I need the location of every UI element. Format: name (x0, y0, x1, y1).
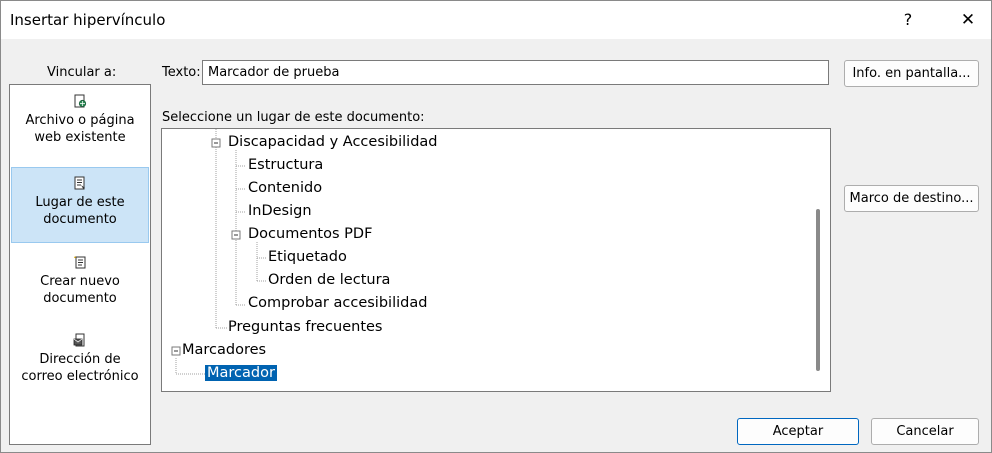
new-document-icon (74, 256, 86, 269)
tree-node-discapacidad[interactable]: Discapacidad y Accesibilidad (228, 134, 438, 150)
title-bar: Insertar hipervínculo ? ✕ (1, 1, 991, 39)
tree-node-contenido[interactable]: Contenido (248, 180, 322, 196)
link-to-label: Vincular a: (47, 65, 117, 80)
tree-scrollbar-thumb[interactable] (816, 209, 820, 371)
link-item-label-line1: Crear nuevo (40, 274, 120, 289)
tree-node-estructura[interactable]: Estructura (248, 157, 323, 173)
link-to-bar: Archivo o página web existente Lugar de … (9, 84, 151, 445)
link-item-new-document[interactable]: Crear nuevo documento (11, 255, 149, 317)
text-field-label: Texto: (162, 65, 201, 80)
tree-node-indesign[interactable]: InDesign (248, 203, 312, 219)
tree-node-documentos-pdf[interactable]: Documentos PDF (248, 226, 372, 242)
cancel-button[interactable]: Cancelar (871, 418, 979, 445)
dialog-title: Insertar hipervínculo (10, 11, 166, 29)
tree-node-comprobar-accesibilidad[interactable]: Comprobar accesibilidad (248, 295, 427, 311)
tree-node-preguntas-frecuentes[interactable]: Preguntas frecuentes (228, 319, 382, 335)
link-item-label-line1: Dirección de (39, 352, 121, 367)
link-item-place-in-document[interactable]: Lugar de este documento (11, 167, 149, 243)
close-button[interactable]: ✕ (951, 8, 985, 32)
link-item-email-address[interactable]: Dirección de correo electrónico (11, 333, 149, 395)
insert-hyperlink-dialog: Insertar hipervínculo ? ✕ Vincular a: Ar… (0, 0, 992, 453)
link-item-label-line2: web existente (34, 130, 126, 145)
tree-node-marcador[interactable]: Marcador (205, 365, 277, 381)
place-in-document-label: Seleccione un lugar de este documento: (162, 110, 425, 125)
tree-node-marcadores[interactable]: Marcadores (182, 342, 266, 358)
web-file-icon (74, 94, 87, 108)
screen-tip-button[interactable]: Info. en pantalla... (844, 60, 979, 87)
tree-node-orden-de-lectura[interactable]: Orden de lectura (268, 272, 390, 288)
expander-minus-icon (211, 138, 221, 148)
place-in-document-icon (74, 176, 85, 190)
link-item-label-line2: documento (43, 291, 117, 306)
link-item-label-line2: correo electrónico (21, 369, 139, 384)
target-frame-button[interactable]: Marco de destino... (844, 185, 979, 212)
email-address-icon (73, 333, 85, 347)
help-button[interactable]: ? (893, 8, 923, 32)
text-to-display-input[interactable] (202, 60, 829, 85)
link-item-label-line2: documento (43, 212, 117, 227)
link-item-label-line1: Archivo o página (25, 113, 135, 128)
expander-minus-icon (171, 346, 181, 356)
expander-minus-icon (231, 230, 241, 240)
link-item-existing-file[interactable]: Archivo o página web existente (11, 94, 149, 156)
link-item-label-line1: Lugar de este (35, 195, 125, 210)
tree-node-etiquetado[interactable]: Etiquetado (268, 249, 347, 265)
ok-button[interactable]: Aceptar (737, 418, 859, 445)
document-place-tree[interactable]: Discapacidad y Accesibilidad Estructura … (161, 128, 831, 392)
